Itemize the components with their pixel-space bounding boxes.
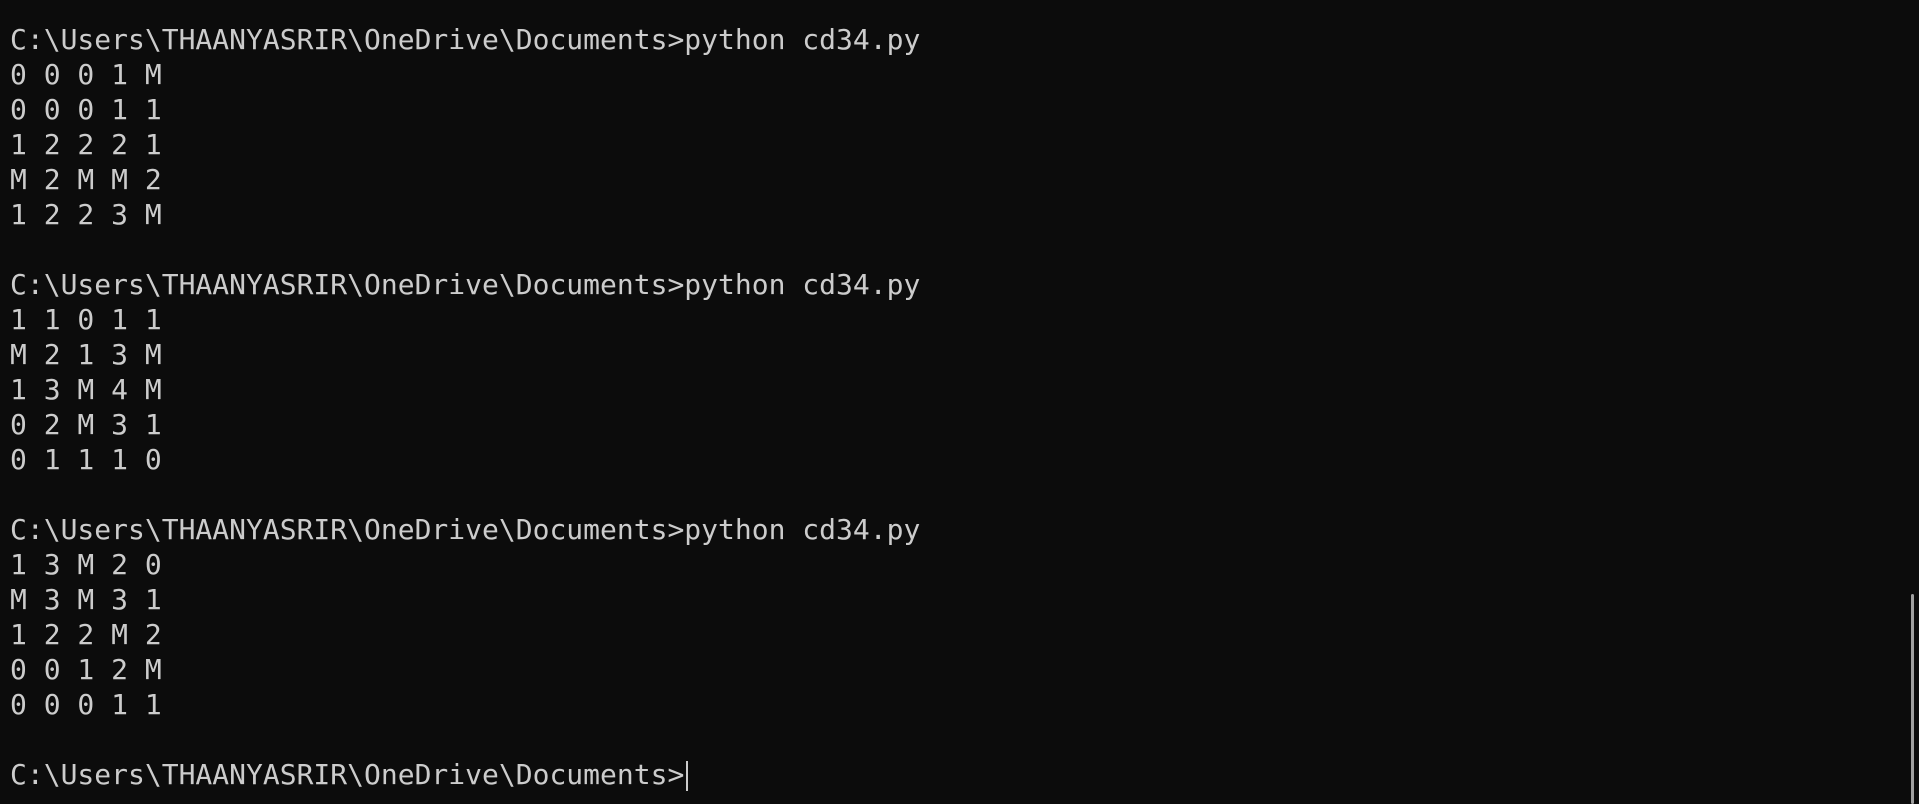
output-line: M 2 1 3 M xyxy=(10,338,162,371)
current-prompt-line[interactable]: C:\Users\THAANYASRIR\OneDrive\Documents> xyxy=(10,757,1919,792)
output-line: 0 2 M 3 1 xyxy=(10,408,162,441)
prompt-path: C:\Users\THAANYASRIR\OneDrive\Documents> xyxy=(10,758,685,791)
prompt-path: C:\Users\THAANYASRIR\OneDrive\Documents> xyxy=(10,513,685,546)
command-line: C:\Users\THAANYASRIR\OneDrive\Documents>… xyxy=(10,267,1919,302)
command-line: C:\Users\THAANYASRIR\OneDrive\Documents>… xyxy=(10,22,1919,57)
output-line: 1 3 M 4 M xyxy=(10,373,162,406)
command-text: python cd34.py xyxy=(684,23,921,56)
output-line: 1 3 M 2 0 xyxy=(10,548,162,581)
output-line: 1 2 2 3 M xyxy=(10,198,162,231)
prompt-path: C:\Users\THAANYASRIR\OneDrive\Documents> xyxy=(10,268,685,301)
command-text: python cd34.py xyxy=(684,268,921,301)
output-line: M 2 M M 2 xyxy=(10,163,162,196)
output-line: 0 0 1 2 M xyxy=(10,653,162,686)
output-line: 1 1 0 1 1 xyxy=(10,303,162,336)
command-line: C:\Users\THAANYASRIR\OneDrive\Documents>… xyxy=(10,512,1919,547)
output-line: 0 0 0 1 M xyxy=(10,58,162,91)
terminal-window[interactable]: C:\Users\THAANYASRIR\OneDrive\Documents>… xyxy=(0,0,1919,804)
prompt-path: C:\Users\THAANYASRIR\OneDrive\Documents> xyxy=(10,23,685,56)
output-line: 1 2 2 2 1 xyxy=(10,128,162,161)
output-line: 0 0 0 1 1 xyxy=(10,688,162,721)
output-line: 1 2 2 M 2 xyxy=(10,618,162,651)
command-text: python cd34.py xyxy=(684,513,921,546)
output-line: 0 1 1 1 0 xyxy=(10,443,162,476)
text-cursor xyxy=(686,761,689,791)
output-line: 0 0 0 1 1 xyxy=(10,93,162,126)
output-line: M 3 M 3 1 xyxy=(10,583,162,616)
vertical-scrollbar[interactable] xyxy=(1907,0,1919,804)
scrollbar-thumb[interactable] xyxy=(1911,594,1914,804)
